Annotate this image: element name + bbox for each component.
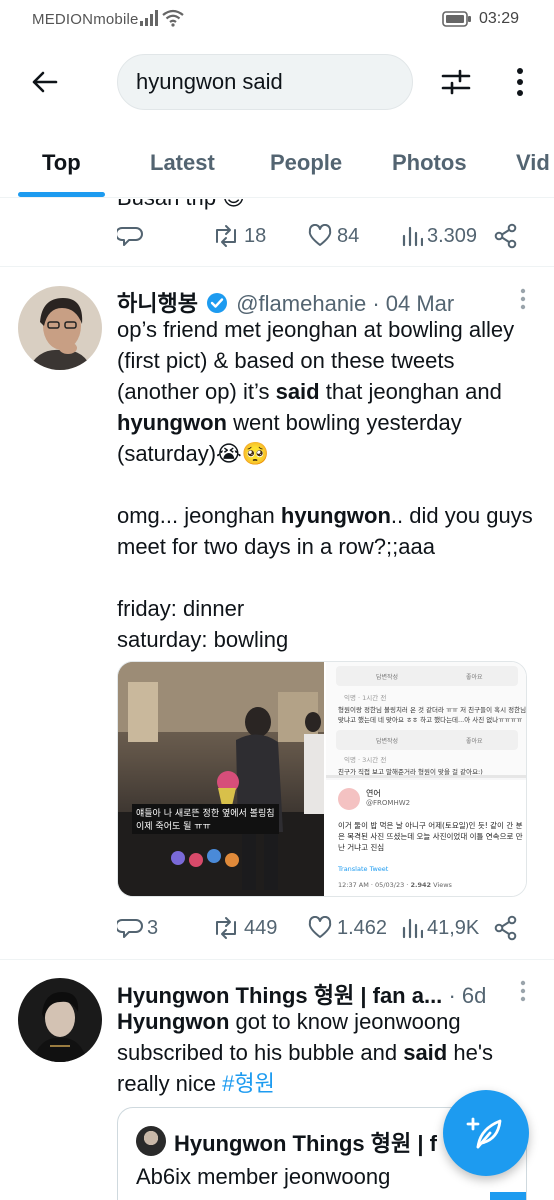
tweet-paragraph: Hyungwon got to know jeonwoong subscribe… [117,1009,494,1096]
reply-button[interactable]: 3 [117,913,158,943]
previous-tweet[interactable]: Busan trip 😉 18 84 3.309 [0,199,554,267]
like-count: 84 [337,224,360,247]
meta-separator: · [372,291,380,316]
screenshot-photo[interactable]: 답변작성 좋아요 익명 · 1시간 전 형원이랑 정한님 볼링치러 온 것 같더… [326,662,526,896]
views-icon [402,918,423,939]
signal-icon [140,10,158,26]
quoted-author-name: Hyungwon Things 형원 | f [174,1131,437,1156]
comments-screenshot: 답변작성 좋아요 익명 · 1시간 전 형원이랑 정한님 볼링치러 온 것 같더… [326,662,526,778]
retweet-button[interactable]: 18 [212,221,266,251]
quoted-avatar [136,1126,166,1156]
share-icon [494,223,517,249]
search-tabs: Top Latest People Photos Vid [0,132,554,198]
reply-button[interactable] [117,221,143,251]
tweet-more-icon[interactable] [518,288,528,312]
author-name[interactable]: 하니행봉 [117,291,198,316]
tweet-text: op’s friend met jeonghan at bowling alle… [117,314,537,655]
compose-icon [466,1117,502,1149]
avatar[interactable] [18,286,102,370]
comment-action-bar: 답변작성 좋아요 [336,666,518,686]
views-count: 41,9K [427,916,480,939]
share-button[interactable] [493,221,519,251]
like-button[interactable]: 84 [307,221,359,251]
back-arrow-icon [32,71,58,93]
tweet-more-icon[interactable] [518,980,528,1004]
reply-icon [117,227,143,246]
carrier-label: MEDIONmobile [32,11,139,28]
more-vertical-icon [517,68,523,96]
share-icon [494,915,517,941]
back-button[interactable] [24,64,64,100]
retweet-count: 18 [244,224,267,247]
bowling-photo-art [118,662,324,896]
embedded-tweet-screenshot: 연어 @FROMHW2 이거 둘이 밥 먹은 날 아니구 어제(토요일)인 듯!… [326,780,526,896]
search-input[interactable]: hyungwon said [117,54,413,110]
tweet-text: Hyungwon got to know jeonwoong subscribe… [117,1006,537,1099]
tab-top[interactable]: Top [42,150,81,176]
like-count: 1.462 [337,916,388,939]
tweet-actions: 3 449 1.462 41,9K [117,913,527,943]
retweet-icon [216,917,236,939]
tweet-paragraph: saturday: bowling [117,627,289,652]
tweet-media[interactable]: 얘들아 나 새로뜬 정한 옆에서 볼링침 이제 죽어도 될 ㅠㅠ 답변작성 좋아… [117,661,527,897]
reply-icon [117,919,143,938]
embedded-avatar [338,788,360,810]
quoted-media-preview [490,1192,526,1200]
verified-badge-icon [207,293,228,313]
quoted-text: Ab6ix member jeonwoong [136,1164,391,1189]
share-button[interactable] [493,913,519,943]
like-icon [308,224,332,246]
avatar-image [18,978,102,1062]
filter-icon [441,69,471,95]
tab-videos[interactable]: Vid [516,150,550,176]
battery-icon [442,11,471,27]
bowling-photo[interactable]: 얘들아 나 새로뜬 정한 옆에서 볼링침 이제 죽어도 될 ㅠㅠ [118,662,324,896]
tweet-paragraph: omg... jeonghan hyungwon.. did you guys … [117,503,533,559]
tweet-date[interactable]: 04 Mar [386,291,454,316]
comment-action-bar: 답변작성 좋아요 [336,730,518,750]
views-count: 3.309 [427,224,478,247]
photo-caption: 얘들아 나 새로뜬 정한 옆에서 볼링침 이제 죽어도 될 ㅠㅠ [132,804,279,834]
filter-button[interactable] [436,64,476,100]
status-bar: MEDIONmobile 03:29 [0,0,554,40]
tab-people[interactable]: People [270,150,342,176]
like-icon [308,916,332,938]
tab-latest[interactable]: Latest [150,150,215,176]
clock: 03:29 [479,10,520,27]
previous-tweet-text: Busan trip 😉 [117,199,245,211]
more-options-button[interactable] [506,64,534,100]
tweet-paragraph: friday: dinner [117,596,245,621]
active-tab-indicator [18,192,105,197]
tweet-date[interactable]: 6d [462,983,486,1008]
avatar-image [18,286,102,370]
retweet-count: 449 [244,916,278,939]
previous-tweet-actions: 18 84 3.309 [117,221,527,251]
reply-count: 3 [147,916,159,939]
views-button[interactable]: 41,9K [401,913,479,943]
author-name[interactable]: Hyungwon Things 형원 | fan a... [117,983,442,1008]
search-header: hyungwon said [0,52,554,112]
meta-separator: · [448,983,456,1008]
tab-photos[interactable]: Photos [392,150,467,176]
views-icon [402,226,423,247]
author-handle[interactable]: @flamehanie [236,291,366,316]
wifi-icon [162,9,184,27]
hashtag-link[interactable]: #형원 [222,1071,275,1096]
compose-button[interactable] [443,1090,529,1176]
like-button[interactable]: 1.462 [307,913,387,943]
avatar[interactable] [18,978,102,1062]
tweet-paragraph: op’s friend met jeonghan at bowling alle… [117,317,515,466]
retweet-button[interactable]: 449 [212,913,277,943]
retweet-icon [216,225,236,247]
views-button[interactable]: 3.309 [401,221,477,251]
